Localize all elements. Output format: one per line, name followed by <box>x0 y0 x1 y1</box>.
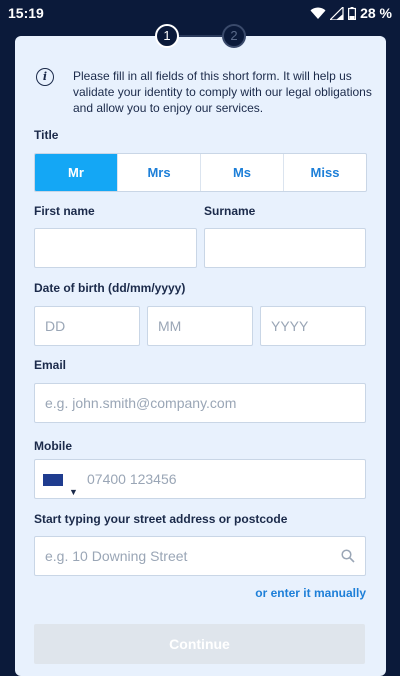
dob-label: Date of birth (dd/mm/yyyy) <box>34 281 186 295</box>
mobile-input[interactable]: ▼ 07400 123456 <box>34 459 366 499</box>
enter-address-manually-link[interactable]: or enter it manually <box>255 586 366 600</box>
email-label: Email <box>34 358 67 372</box>
address-search-input[interactable]: e.g. 10 Downing Street <box>34 536 366 576</box>
battery-icon <box>348 6 357 20</box>
first-name-input[interactable] <box>34 228 197 268</box>
surname-input[interactable] <box>204 228 366 268</box>
country-dropdown-caret-icon[interactable]: ▼ <box>69 473 78 511</box>
title-option-ms[interactable]: Ms <box>200 154 283 191</box>
stepper-line <box>179 35 222 37</box>
address-label: Start typing your street address or post… <box>34 512 288 526</box>
uk-flag-icon[interactable] <box>43 474 63 486</box>
continue-button[interactable]: Continue <box>34 624 365 664</box>
search-icon <box>341 549 355 563</box>
title-option-miss[interactable]: Miss <box>283 154 366 191</box>
battery-level: 28 % <box>360 5 392 21</box>
title-label: Title <box>34 128 59 142</box>
address-placeholder: e.g. 10 Downing Street <box>45 548 188 564</box>
info-icon: i <box>36 68 54 86</box>
mobile-placeholder: 07400 123456 <box>87 471 177 487</box>
mobile-label: Mobile <box>34 439 72 453</box>
first-name-label: First name <box>34 204 95 218</box>
surname-label: Surname <box>204 204 256 218</box>
info-text: Please fill in all fields of this short … <box>73 69 372 115</box>
email-input[interactable]: e.g. john.smith@company.com <box>34 383 366 423</box>
dob-month-input[interactable]: MM <box>147 306 253 346</box>
signal-icon <box>330 6 344 20</box>
status-bar: 15:19 28 % <box>0 0 400 26</box>
registration-form: i Please fill in all fields of this shor… <box>15 36 386 676</box>
dob-year-input[interactable]: YYYY <box>260 306 366 346</box>
step-2: 2 <box>222 24 246 48</box>
dob-day-input[interactable]: DD <box>34 306 140 346</box>
title-option-mr[interactable]: Mr <box>35 154 117 191</box>
status-time: 15:19 <box>8 5 44 21</box>
step-1: 1 <box>155 24 179 48</box>
title-option-mrs[interactable]: Mrs <box>117 154 200 191</box>
wifi-icon <box>310 7 326 19</box>
title-selector: Mr Mrs Ms Miss <box>34 153 367 192</box>
status-icons: 28 % <box>310 5 392 21</box>
